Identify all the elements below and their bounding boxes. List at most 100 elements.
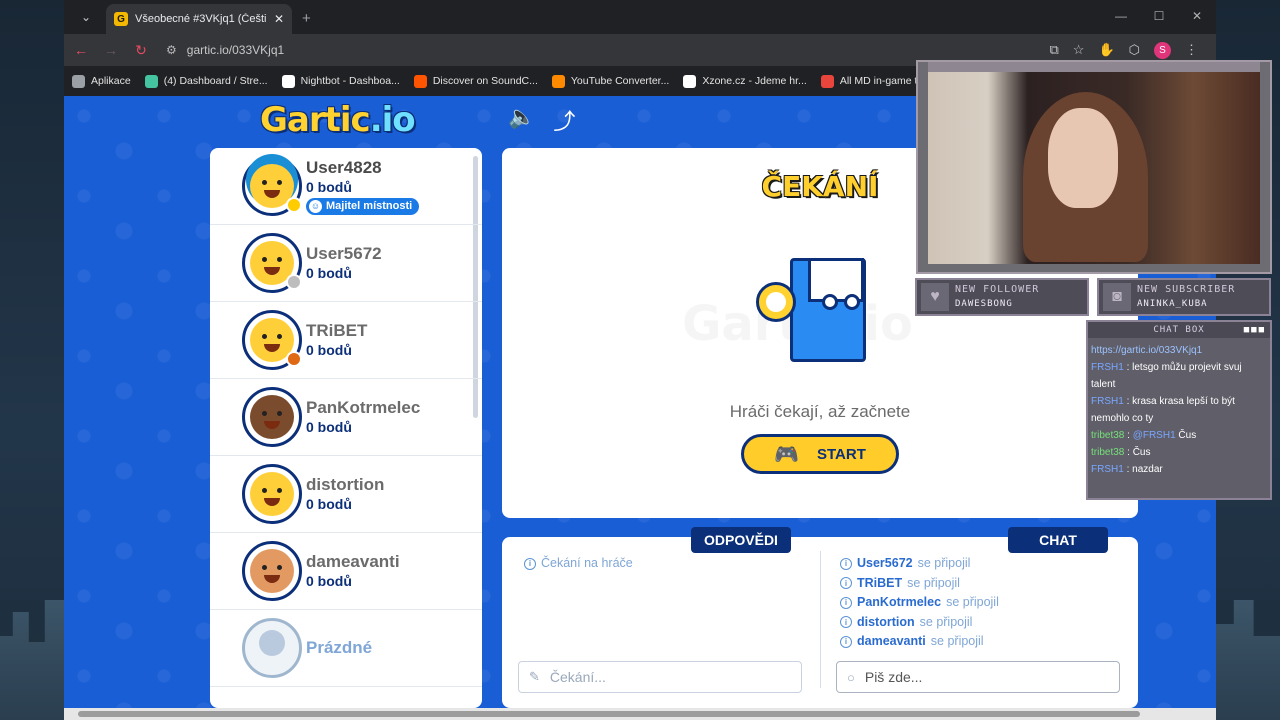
chat-placeholder: Piš zde... bbox=[864, 669, 923, 685]
menu-kebab-icon[interactable]: ⋮ bbox=[1185, 42, 1198, 58]
player-name: distortion bbox=[306, 475, 385, 494]
bookmark-item[interactable]: YouTube Converter... bbox=[551, 74, 670, 88]
player-score: 0 bodů bbox=[306, 265, 352, 281]
site-info-icon[interactable]: ⚙ bbox=[166, 43, 177, 57]
extensions-icon[interactable]: ⬡ bbox=[1129, 42, 1140, 58]
info-icon: i bbox=[840, 635, 852, 648]
chat-text: se připojil bbox=[907, 575, 960, 590]
maximize-icon[interactable]: ☐ bbox=[1140, 0, 1178, 32]
bookmark-label: Xzone.cz - Jdeme hr... bbox=[702, 75, 807, 87]
player-score: 0 bodů bbox=[306, 573, 352, 589]
bookmark-item[interactable]: (4) Dashboard / Stre... bbox=[144, 74, 268, 88]
answer-input[interactable]: ✎ Čekání... bbox=[518, 661, 802, 693]
player-row[interactable]: dameavanti 0 bodů bbox=[210, 533, 482, 610]
url-field[interactable]: ⚙ gartic.io/033VKjq1 bbox=[162, 37, 1038, 63]
profile-avatar[interactable]: S bbox=[1154, 41, 1171, 59]
back-icon[interactable]: ← bbox=[72, 42, 90, 58]
player-row[interactable]: TRiBET 0 bodů bbox=[210, 302, 482, 379]
extension-hand-icon[interactable]: ✋ bbox=[1098, 42, 1114, 58]
subscriber-name: ANINKA_KUBA bbox=[1137, 299, 1208, 309]
follower-label: NEW FOLLOWER bbox=[955, 284, 1040, 295]
player-status-dot bbox=[286, 197, 302, 213]
bookmark-favicon-icon bbox=[551, 74, 565, 88]
chatbox-title: CHAT BOX bbox=[1153, 325, 1205, 335]
tab-search-chevron-icon[interactable]: ⌄ bbox=[72, 3, 100, 31]
gartic-logo[interactable]: Gartic.io bbox=[260, 100, 416, 140]
tab-bar: ⌄ G Všeobecné #3VKjq1 (Čeština) - ✕ + — … bbox=[64, 0, 1216, 34]
player-row[interactable]: PanKotrmelec 0 bodů bbox=[210, 379, 482, 456]
close-window-icon[interactable]: ✕ bbox=[1178, 0, 1216, 32]
chatbox-user: FRSH1 bbox=[1091, 396, 1124, 407]
player-info: PanKotrmelec 0 bodů bbox=[306, 398, 420, 436]
new-follower-alert: ♥ NEW FOLLOWER DAWESBONG bbox=[915, 278, 1089, 316]
bookmark-star-icon[interactable]: ☆ bbox=[1073, 42, 1085, 58]
new-subscriber-alert: ◙ NEW SUBSCRIBER ANINKA_KUBA bbox=[1097, 278, 1271, 316]
chat-user: User5672 bbox=[857, 556, 913, 570]
answer-message: i Čekání na hráče bbox=[524, 554, 633, 574]
bookmark-favicon-icon bbox=[281, 74, 295, 88]
logo-suffix: .io bbox=[369, 100, 416, 140]
bookmark-label: Discover on SoundC... bbox=[432, 75, 538, 87]
info-icon: i bbox=[840, 596, 852, 609]
chat-list: i User5672 se připojil i TRiBET se připojil i P… bbox=[840, 554, 999, 652]
share-icon[interactable]: ⤴ bbox=[553, 104, 575, 136]
start-label: START bbox=[817, 445, 866, 463]
chatbox-link: https://gartic.io/033VKjq1 bbox=[1091, 345, 1203, 356]
chat-message: i User5672 se připojil bbox=[840, 554, 999, 574]
chat-user: distortion bbox=[857, 614, 915, 629]
chat-message: i PanKotrmelec se připojil bbox=[840, 593, 999, 613]
gamepad-icon: 🎮 bbox=[774, 443, 799, 466]
chatbox-messages: https://gartic.io/033VKjq1 FRSH1 : letsg… bbox=[1088, 338, 1270, 482]
bookmark-label: YouTube Converter... bbox=[570, 75, 670, 87]
empty-avatar-icon bbox=[242, 618, 302, 678]
player-name: User4828 bbox=[306, 157, 382, 177]
chatbox-line: tribet38 : Čus bbox=[1091, 444, 1267, 461]
player-row[interactable]: User4828 0 bodů ☺ Majitel místnosti bbox=[210, 148, 482, 225]
tab-chat[interactable]: CHAT bbox=[1008, 527, 1108, 553]
info-icon: i bbox=[524, 557, 536, 570]
chatbox-user: FRSH1 bbox=[1091, 464, 1124, 475]
scrollbar-thumb[interactable] bbox=[78, 711, 1140, 717]
cast-icon[interactable]: ⧉ bbox=[1050, 42, 1059, 58]
reload-icon[interactable]: ↻ bbox=[132, 42, 150, 59]
bookmark-item[interactable]: Nightbot - Dashboa... bbox=[281, 74, 400, 88]
chat-user: PanKotrmelec bbox=[857, 595, 942, 609]
tab-answers[interactable]: ODPOVĚDI bbox=[691, 527, 791, 553]
player-row[interactable]: distortion 0 bodů bbox=[210, 456, 482, 533]
avatar-face bbox=[250, 395, 294, 439]
player-name: User5672 bbox=[306, 244, 382, 263]
player-avatar bbox=[242, 310, 302, 370]
chatbox-user: tribet38 bbox=[1091, 447, 1125, 458]
bookmark-item[interactable]: Aplikace bbox=[72, 74, 131, 88]
forward-icon[interactable]: → bbox=[102, 42, 120, 58]
bookmark-favicon-icon bbox=[144, 74, 158, 88]
start-button[interactable]: 🎮 START bbox=[741, 434, 899, 474]
player-name: PanKotrmelec bbox=[306, 398, 421, 417]
chatbox-line: FRSH1 : letsgo můžu projevit svuj talent bbox=[1091, 359, 1267, 393]
room-owner-badge: ☺ Majitel místnosti bbox=[306, 197, 420, 215]
bookmark-item[interactable]: Discover on SoundC... bbox=[413, 74, 538, 88]
chat-message: i TRiBET se připojil bbox=[840, 574, 999, 594]
horizontal-scrollbar[interactable] bbox=[64, 708, 1216, 720]
room-owner-label: Majitel místnosti bbox=[326, 200, 413, 212]
player-avatar bbox=[242, 233, 302, 293]
stream-background-left bbox=[0, 0, 64, 720]
bookmark-item[interactable]: Xzone.cz - Jdeme hr... bbox=[683, 74, 807, 88]
info-icon: i bbox=[840, 557, 852, 570]
chatbox-header: CHAT BOX ■■■ bbox=[1088, 322, 1270, 338]
chatbox-dots-icon: ■■■ bbox=[1243, 325, 1266, 335]
chat-input[interactable]: ○ Piš zde... bbox=[836, 661, 1120, 693]
pencil-icon: ✎ bbox=[529, 669, 540, 684]
player-avatar bbox=[242, 387, 302, 447]
tab-active[interactable]: G Všeobecné #3VKjq1 (Čeština) - ✕ bbox=[106, 4, 292, 34]
player-info: distortion 0 bodů bbox=[306, 475, 384, 513]
new-tab-icon[interactable]: + bbox=[302, 10, 311, 27]
player-slot-empty[interactable]: Prázdné bbox=[210, 610, 482, 687]
sound-icon[interactable]: 🔈 bbox=[508, 104, 535, 136]
player-name: Prázdné bbox=[306, 638, 373, 657]
chatbox-text: : Čus bbox=[1127, 447, 1151, 458]
tab-close-icon[interactable]: ✕ bbox=[274, 12, 284, 26]
player-row[interactable]: User5672 0 bodů bbox=[210, 225, 482, 302]
minimize-icon[interactable]: — bbox=[1102, 0, 1140, 32]
tab-title: Všeobecné #3VKjq1 (Čeština) - bbox=[135, 13, 267, 25]
